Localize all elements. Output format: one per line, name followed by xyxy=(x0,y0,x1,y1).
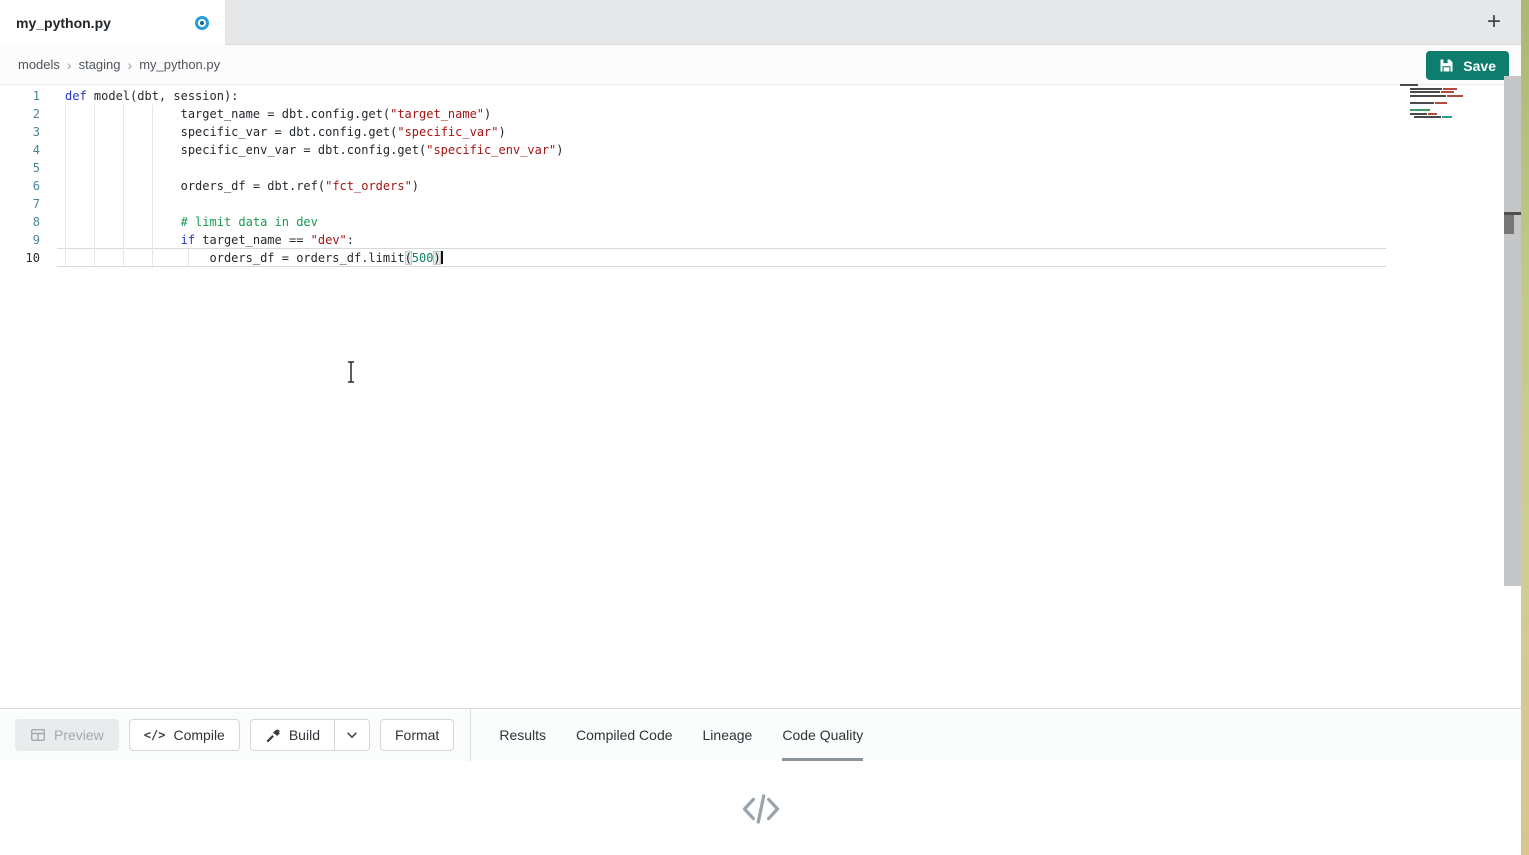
build-split-button: Build xyxy=(250,719,370,751)
build-label: Build xyxy=(289,727,320,743)
compile-button[interactable]: </> Compile xyxy=(129,719,240,751)
code-line[interactable]: 5 xyxy=(0,159,564,177)
breadcrumb-item-models[interactable]: models xyxy=(18,57,60,72)
line-number[interactable]: 1 xyxy=(0,87,40,105)
code-text: # limit data in dev xyxy=(65,213,318,231)
tab-title: my_python.py xyxy=(16,15,111,31)
code-editor[interactable]: 1def model(dbt, session):2 target_name =… xyxy=(0,85,1521,708)
tab-code-quality[interactable]: Code Quality xyxy=(782,709,863,761)
floppy-disk-icon xyxy=(1439,58,1454,73)
code-text: specific_var = dbt.config.get("specific_… xyxy=(65,123,506,141)
line-number[interactable]: 6 xyxy=(0,177,40,195)
code-line[interactable]: 7 xyxy=(0,195,564,213)
unsaved-changes-icon xyxy=(195,16,209,30)
empty-results-state xyxy=(0,761,1521,855)
breadcrumb: models › staging › my_python.py xyxy=(0,45,1521,85)
code-line[interactable]: 9 if target_name == "dev": xyxy=(0,231,564,249)
build-button[interactable]: Build xyxy=(251,720,334,750)
line-number[interactable]: 3 xyxy=(0,123,40,141)
code-line[interactable]: 1 def model(dbt, session): xyxy=(0,87,564,105)
toolbar-divider xyxy=(470,709,471,761)
hammer-icon xyxy=(265,727,281,743)
preview-label: Preview xyxy=(54,727,104,743)
line-number[interactable]: 8 xyxy=(0,213,40,231)
save-button[interactable]: Save xyxy=(1426,51,1509,80)
tab-lineage[interactable]: Lineage xyxy=(703,709,753,761)
tab-compiled-code[interactable]: Compiled Code xyxy=(576,709,673,761)
breadcrumb-separator-icon: › xyxy=(128,57,133,73)
code-text: specific_env_var = dbt.config.get("speci… xyxy=(65,141,564,159)
code-text: if target_name == "dev": xyxy=(65,231,354,249)
code-lines[interactable]: 1def model(dbt, session):2 target_name =… xyxy=(0,87,564,267)
build-options-button[interactable] xyxy=(334,720,369,750)
line-number[interactable]: 4 xyxy=(0,141,40,159)
code-brackets-icon: </> xyxy=(144,728,166,742)
new-tab-button[interactable]: + xyxy=(1481,6,1507,36)
breadcrumb-separator-icon: › xyxy=(67,57,72,73)
tab-results[interactable]: Results xyxy=(499,709,546,761)
text-caret xyxy=(441,251,443,264)
minimap[interactable] xyxy=(1398,84,1498,140)
code-line[interactable]: 8 # limit data in dev xyxy=(0,213,564,231)
breadcrumb-item-file[interactable]: my_python.py xyxy=(139,57,220,72)
scrollbar-track[interactable] xyxy=(1504,76,1521,586)
code-brackets-icon xyxy=(738,786,784,832)
code-text: def model(dbt, session): xyxy=(65,87,238,105)
line-number[interactable]: 10 xyxy=(0,249,40,267)
ide-window: + my_python.py models › staging › my_pyt… xyxy=(0,0,1529,855)
preview-button[interactable]: Preview xyxy=(15,719,119,751)
table-grid-icon xyxy=(30,727,46,743)
result-tabs: Results Compiled Code Lineage Code Quali… xyxy=(499,709,863,761)
scrollbar-thumb[interactable] xyxy=(1504,215,1514,234)
line-number[interactable]: 9 xyxy=(0,231,40,249)
line-number[interactable]: 5 xyxy=(0,159,40,177)
line-number[interactable]: 7 xyxy=(0,195,40,213)
code-line[interactable]: 4 specific_env_var = dbt.config.get("spe… xyxy=(0,141,564,159)
code-text: target_name = dbt.config.get("target_nam… xyxy=(65,105,491,123)
editor-tab-bar: + xyxy=(0,0,1521,45)
code-line[interactable]: 10 orders_df = orders_df.limit(500) xyxy=(0,249,564,267)
format-button[interactable]: Format xyxy=(380,719,454,751)
desktop-wallpaper-strip xyxy=(1521,0,1529,855)
format-label: Format xyxy=(395,727,439,743)
tab-my-python[interactable]: my_python.py xyxy=(0,0,226,46)
bottom-toolbar: Preview </> Compile Build xyxy=(0,709,1521,761)
line-number[interactable]: 2 xyxy=(0,105,40,123)
code-line[interactable]: 3 specific_var = dbt.config.get("specifi… xyxy=(0,123,564,141)
compile-label: Compile xyxy=(173,727,224,743)
breadcrumb-item-staging[interactable]: staging xyxy=(79,57,121,72)
i-beam-cursor-icon xyxy=(344,359,358,390)
save-button-label: Save xyxy=(1463,58,1496,74)
code-text: orders_df = dbt.ref("fct_orders") xyxy=(65,177,419,195)
code-text: orders_df = orders_df.limit(500) xyxy=(65,249,443,267)
code-line[interactable]: 6 orders_df = dbt.ref("fct_orders") xyxy=(0,177,564,195)
chevron-down-icon xyxy=(345,728,359,742)
bottom-panel: Preview </> Compile Build xyxy=(0,708,1521,855)
code-line[interactable]: 2 target_name = dbt.config.get("target_n… xyxy=(0,105,564,123)
